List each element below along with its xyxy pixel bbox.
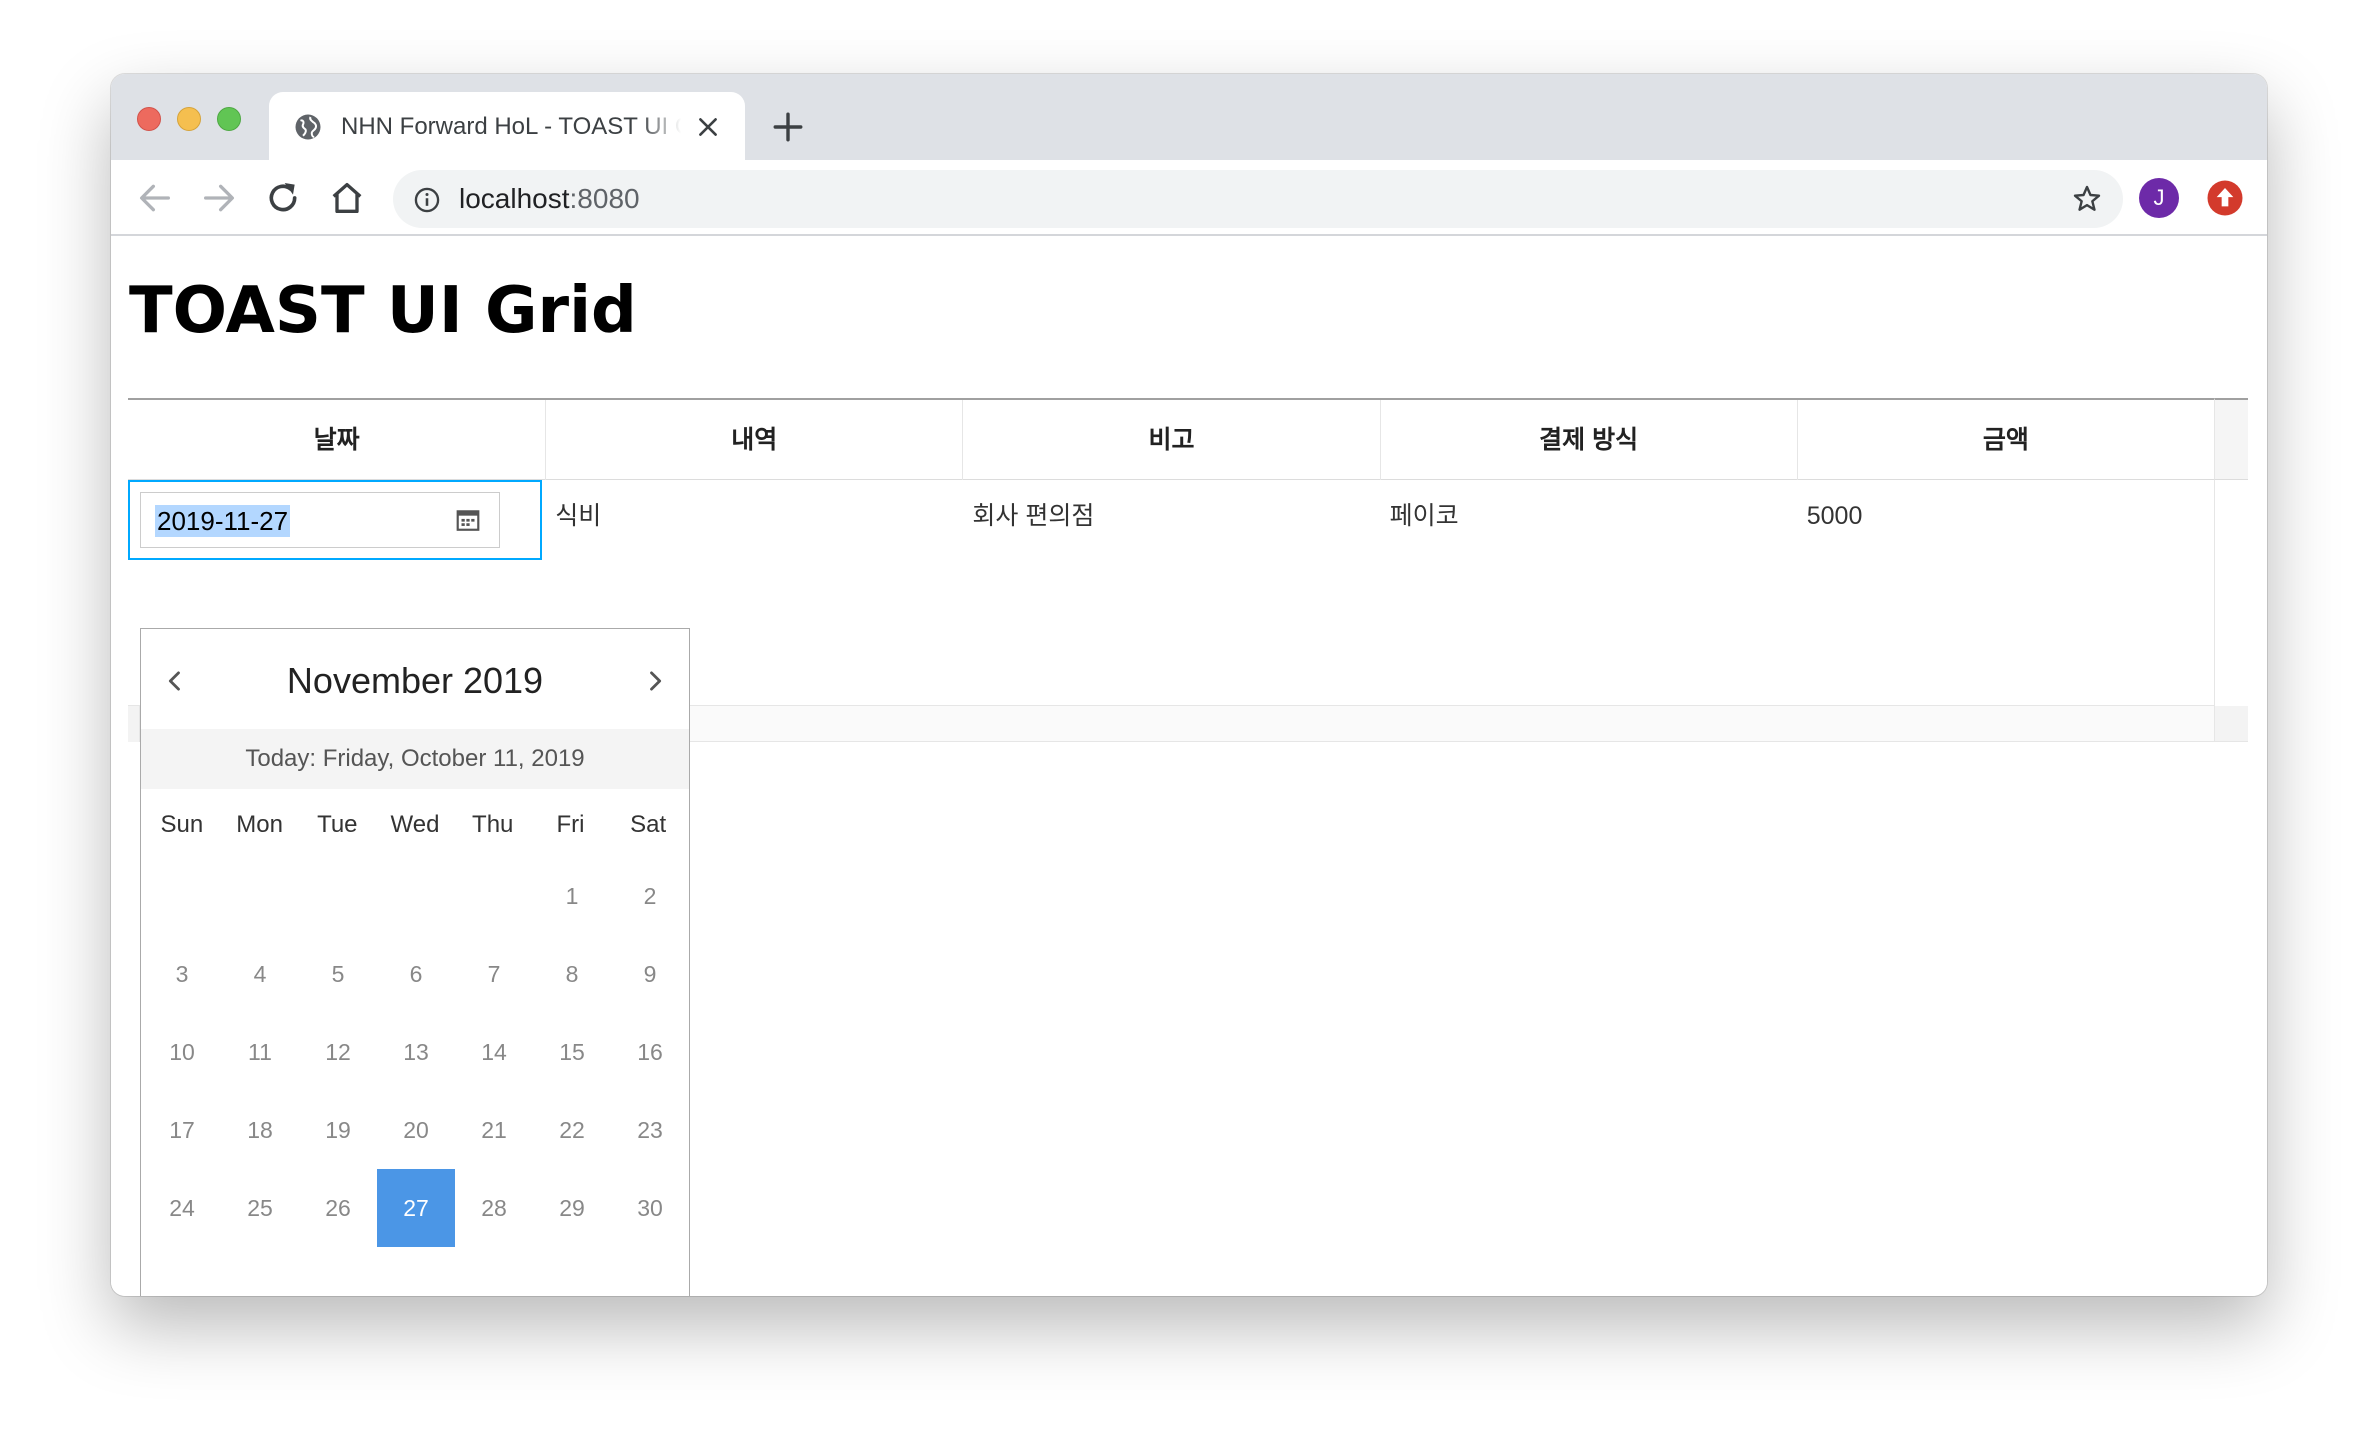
- column-header-date[interactable]: 날짜: [128, 400, 545, 480]
- calendar-day[interactable]: 21: [455, 1091, 533, 1169]
- cell-description[interactable]: 식비: [545, 480, 962, 560]
- weekday-label: Wed: [390, 811, 440, 838]
- calendar-day[interactable]: 7: [455, 935, 533, 1013]
- calendar-day[interactable]: 29: [533, 1169, 611, 1247]
- calendar-day-selected[interactable]: 27: [377, 1169, 455, 1247]
- column-header-note[interactable]: 비고: [962, 400, 1379, 480]
- calendar-day[interactable]: 10: [143, 1013, 221, 1091]
- column-header-description[interactable]: 내역: [545, 400, 962, 480]
- forward-icon[interactable]: [199, 178, 239, 218]
- url-host: localhost: [459, 183, 570, 214]
- star-icon[interactable]: [2071, 183, 2103, 215]
- maximize-window-button[interactable]: [217, 107, 241, 131]
- cell-amount[interactable]: 5000: [1797, 480, 2214, 560]
- weekday-label: Mon: [236, 811, 283, 838]
- date-input[interactable]: 2019-11-27: [140, 492, 500, 548]
- calendar-day[interactable]: 26: [299, 1169, 377, 1247]
- calendar-day[interactable]: 1: [533, 857, 611, 935]
- calendar-day-empty: [221, 857, 299, 935]
- browser-tab[interactable]: NHN Forward HoL - TOAST UI Grid: [269, 92, 745, 160]
- calendar-day[interactable]: 25: [221, 1169, 299, 1247]
- calendar-day[interactable]: 9: [611, 935, 689, 1013]
- datepicker: November 2019 Today: Friday, October 11,…: [140, 628, 690, 1296]
- calendar-day[interactable]: 24: [143, 1169, 221, 1247]
- calendar-icon[interactable]: [455, 507, 481, 533]
- chevron-right-icon[interactable]: [641, 667, 669, 695]
- grid-scrollbar-corner: [2214, 706, 2248, 742]
- calendar-day[interactable]: 4: [221, 935, 299, 1013]
- profile-avatar[interactable]: J: [2139, 178, 2179, 218]
- back-icon[interactable]: [135, 178, 175, 218]
- tab-strip: NHN Forward HoL - TOAST UI Grid: [111, 74, 2267, 160]
- page-content: TOAST UI Grid 날짜 내역 비고 결제 방식 금액 2019-11-…: [111, 236, 2267, 1296]
- info-icon[interactable]: [413, 186, 441, 214]
- calendar-day-empty: [377, 857, 455, 935]
- calendar-day[interactable]: 18: [221, 1091, 299, 1169]
- page-title: TOAST UI Grid: [129, 274, 637, 348]
- grid-header: 날짜 내역 비고 결제 방식 금액: [128, 398, 2214, 480]
- calendar-day-empty: [455, 857, 533, 935]
- grid-scrollbar-header: [2214, 398, 2248, 480]
- calendar-day[interactable]: 20: [377, 1091, 455, 1169]
- url-text: localhost:8080: [459, 182, 640, 216]
- calendar-day[interactable]: 23: [611, 1091, 689, 1169]
- calendar-day[interactable]: 28: [455, 1169, 533, 1247]
- close-window-button[interactable]: [137, 107, 161, 131]
- grid-vertical-scrollbar[interactable]: [2214, 480, 2248, 706]
- calendar-day[interactable]: 2: [611, 857, 689, 935]
- calendar-day[interactable]: 8: [533, 935, 611, 1013]
- cell-note[interactable]: 회사 편의점: [962, 480, 1379, 560]
- weekday-label: Thu: [472, 811, 514, 838]
- calendar-day[interactable]: 5: [299, 935, 377, 1013]
- upload-extension-icon[interactable]: [2205, 178, 2245, 218]
- calendar-day[interactable]: 3: [143, 935, 221, 1013]
- calendar-day[interactable]: 14: [455, 1013, 533, 1091]
- address-bar[interactable]: localhost:8080: [393, 170, 2123, 228]
- calendar-day[interactable]: 17: [143, 1091, 221, 1169]
- home-icon[interactable]: [327, 178, 367, 218]
- weekday-label: Sat: [630, 811, 667, 838]
- weekday-label: Sun: [160, 811, 204, 838]
- datepicker-title[interactable]: November 2019: [141, 657, 689, 705]
- browser-toolbar: localhost:8080 J: [111, 160, 2267, 236]
- calendar-day-empty: [143, 857, 221, 935]
- editing-cell-date: 2019-11-27: [128, 480, 542, 560]
- calendar-day[interactable]: 13: [377, 1013, 455, 1091]
- calendar-day[interactable]: 19: [299, 1091, 377, 1169]
- datepicker-days: 1 2 3 4 5 6 7 8 9 10 11 12 13 14 15 16 17 18 19 20 21 22 23 24 2…: [143, 857, 689, 1247]
- calendar-day[interactable]: 12: [299, 1013, 377, 1091]
- date-input-value: 2019-11-27: [155, 505, 291, 537]
- calendar-day-empty: [299, 857, 377, 935]
- new-tab-icon[interactable]: [771, 110, 805, 144]
- weekday-label: Tue: [317, 811, 358, 838]
- globe-icon: [295, 114, 321, 140]
- tab-title: NHN Forward HoL - TOAST UI Grid: [341, 113, 681, 140]
- column-header-amount[interactable]: 금액: [1796, 400, 2214, 480]
- close-icon[interactable]: [695, 114, 721, 140]
- grid-scrollbar-corner-left: [128, 706, 140, 742]
- datepicker-today[interactable]: Today: Friday, October 11, 2019: [141, 729, 689, 789]
- cell-payment-method[interactable]: 페이코: [1380, 480, 1797, 560]
- calendar-day[interactable]: 30: [611, 1169, 689, 1247]
- browser-window: NHN Forward HoL - TOAST UI Grid: [111, 74, 2267, 1296]
- datepicker-weekdays: Sun Mon Tue Wed Thu Fri Sat: [141, 795, 689, 855]
- calendar-day[interactable]: 16: [611, 1013, 689, 1091]
- url-port: :8080: [569, 183, 640, 214]
- calendar-day[interactable]: 22: [533, 1091, 611, 1169]
- calendar-day[interactable]: 11: [221, 1013, 299, 1091]
- reload-icon[interactable]: [263, 178, 303, 218]
- calendar-day[interactable]: 15: [533, 1013, 611, 1091]
- column-header-payment-method[interactable]: 결제 방식: [1379, 400, 1797, 480]
- weekday-label: Fri: [556, 811, 585, 838]
- minimize-window-button[interactable]: [177, 107, 201, 131]
- calendar-day[interactable]: 6: [377, 935, 455, 1013]
